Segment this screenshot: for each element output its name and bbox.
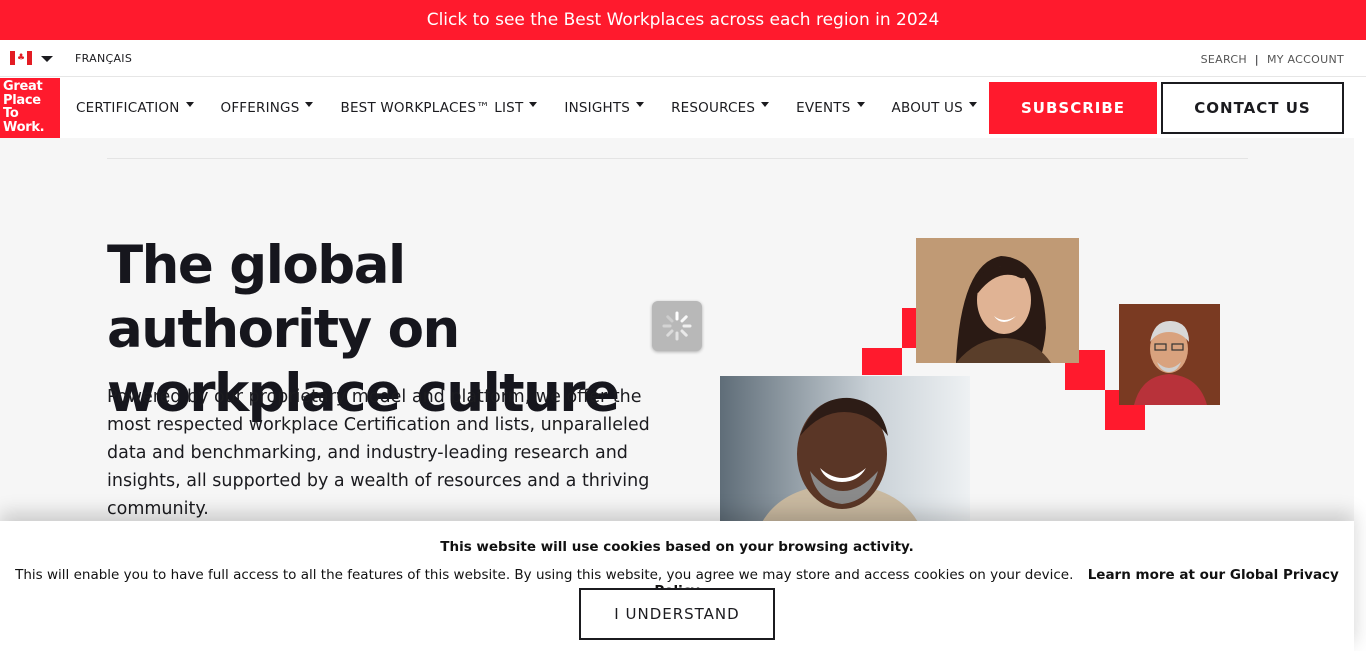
nav-item-offerings[interactable]: OFFERINGS [221,100,314,116]
promo-banner[interactable]: Click to see the Best Workplaces across … [0,0,1366,40]
subscribe-button[interactable]: SUBSCRIBE [989,82,1157,134]
nav-item-label: RESOURCES [671,100,756,116]
canada-flag-icon[interactable]: ♣ [10,51,32,65]
cookie-banner-title: This website will use cookies based on y… [440,539,914,555]
caret-down-icon [529,101,538,107]
cookie-consent-banner: This website will use cookies based on y… [0,521,1354,651]
caret-down-icon [185,101,194,107]
nav-item-resources[interactable]: RESOURCES [671,100,770,116]
nav-item-about-us[interactable]: ABOUT US [892,100,977,116]
search-link[interactable]: SEARCH [1201,53,1247,66]
main-navbar: Great Place To Work. CERTIFICATION OFFER… [0,78,1354,138]
nav-item-insights[interactable]: INSIGHTS [564,100,645,116]
hero-description: Powered by our proprietary model and pla… [107,387,650,519]
nav-item-label: EVENTS [796,100,851,116]
chevron-down-icon[interactable] [41,56,53,62]
utility-bar: ♣ FRANÇAIS SEARCH | MY ACCOUNT [0,40,1366,77]
loading-spinner-icon [652,301,702,351]
caret-down-icon [636,101,645,107]
nav-item-events[interactable]: EVENTS [796,100,865,116]
cookie-banner-text: This will enable you to have full access… [15,567,1074,583]
language-link[interactable]: FRANÇAIS [75,52,132,65]
nav-item-certification[interactable]: CERTIFICATION [76,100,194,116]
caret-down-icon [968,101,977,107]
woman-portrait-image [916,238,1079,363]
contact-us-button[interactable]: CONTACT US [1161,82,1344,134]
caret-down-icon [761,101,770,107]
logo-line: Work. [3,119,45,135]
great-place-to-work-logo[interactable]: Great Place To Work. [0,78,60,138]
decorative-red-square [862,348,902,375]
logo-line: Place [3,92,41,108]
nav-item-label: OFFERINGS [220,100,300,116]
nav-item-label: CERTIFICATION [76,100,180,116]
utility-separator: | [1254,53,1259,66]
decorative-red-square [902,308,916,348]
promo-banner-text[interactable]: Click to see the Best Workplaces across … [427,10,940,30]
logo-line: Great [3,79,43,94]
caret-down-icon [305,101,314,107]
section-divider [107,158,1248,159]
i-understand-button[interactable]: I UNDERSTAND [579,588,775,640]
nav-item-label: INSIGHTS [564,100,631,116]
utility-links: SEARCH | MY ACCOUNT [1201,53,1344,66]
nav-item-label: BEST WORKPLACES™ LIST [340,100,524,116]
nav-item-best-workplaces-list[interactable]: BEST WORKPLACES™ LIST [340,100,538,116]
my-account-link[interactable]: MY ACCOUNT [1267,53,1344,66]
caret-down-icon [856,101,865,107]
older-man-portrait-image [1119,304,1220,405]
logo-line: To [3,106,19,121]
page-scrollbar[interactable] [1354,138,1366,651]
nav-menu: CERTIFICATION OFFERINGS BEST WORKPLACES™… [76,78,1004,138]
nav-item-label: ABOUT US [891,100,963,116]
laughing-man-portrait-image [720,376,970,526]
